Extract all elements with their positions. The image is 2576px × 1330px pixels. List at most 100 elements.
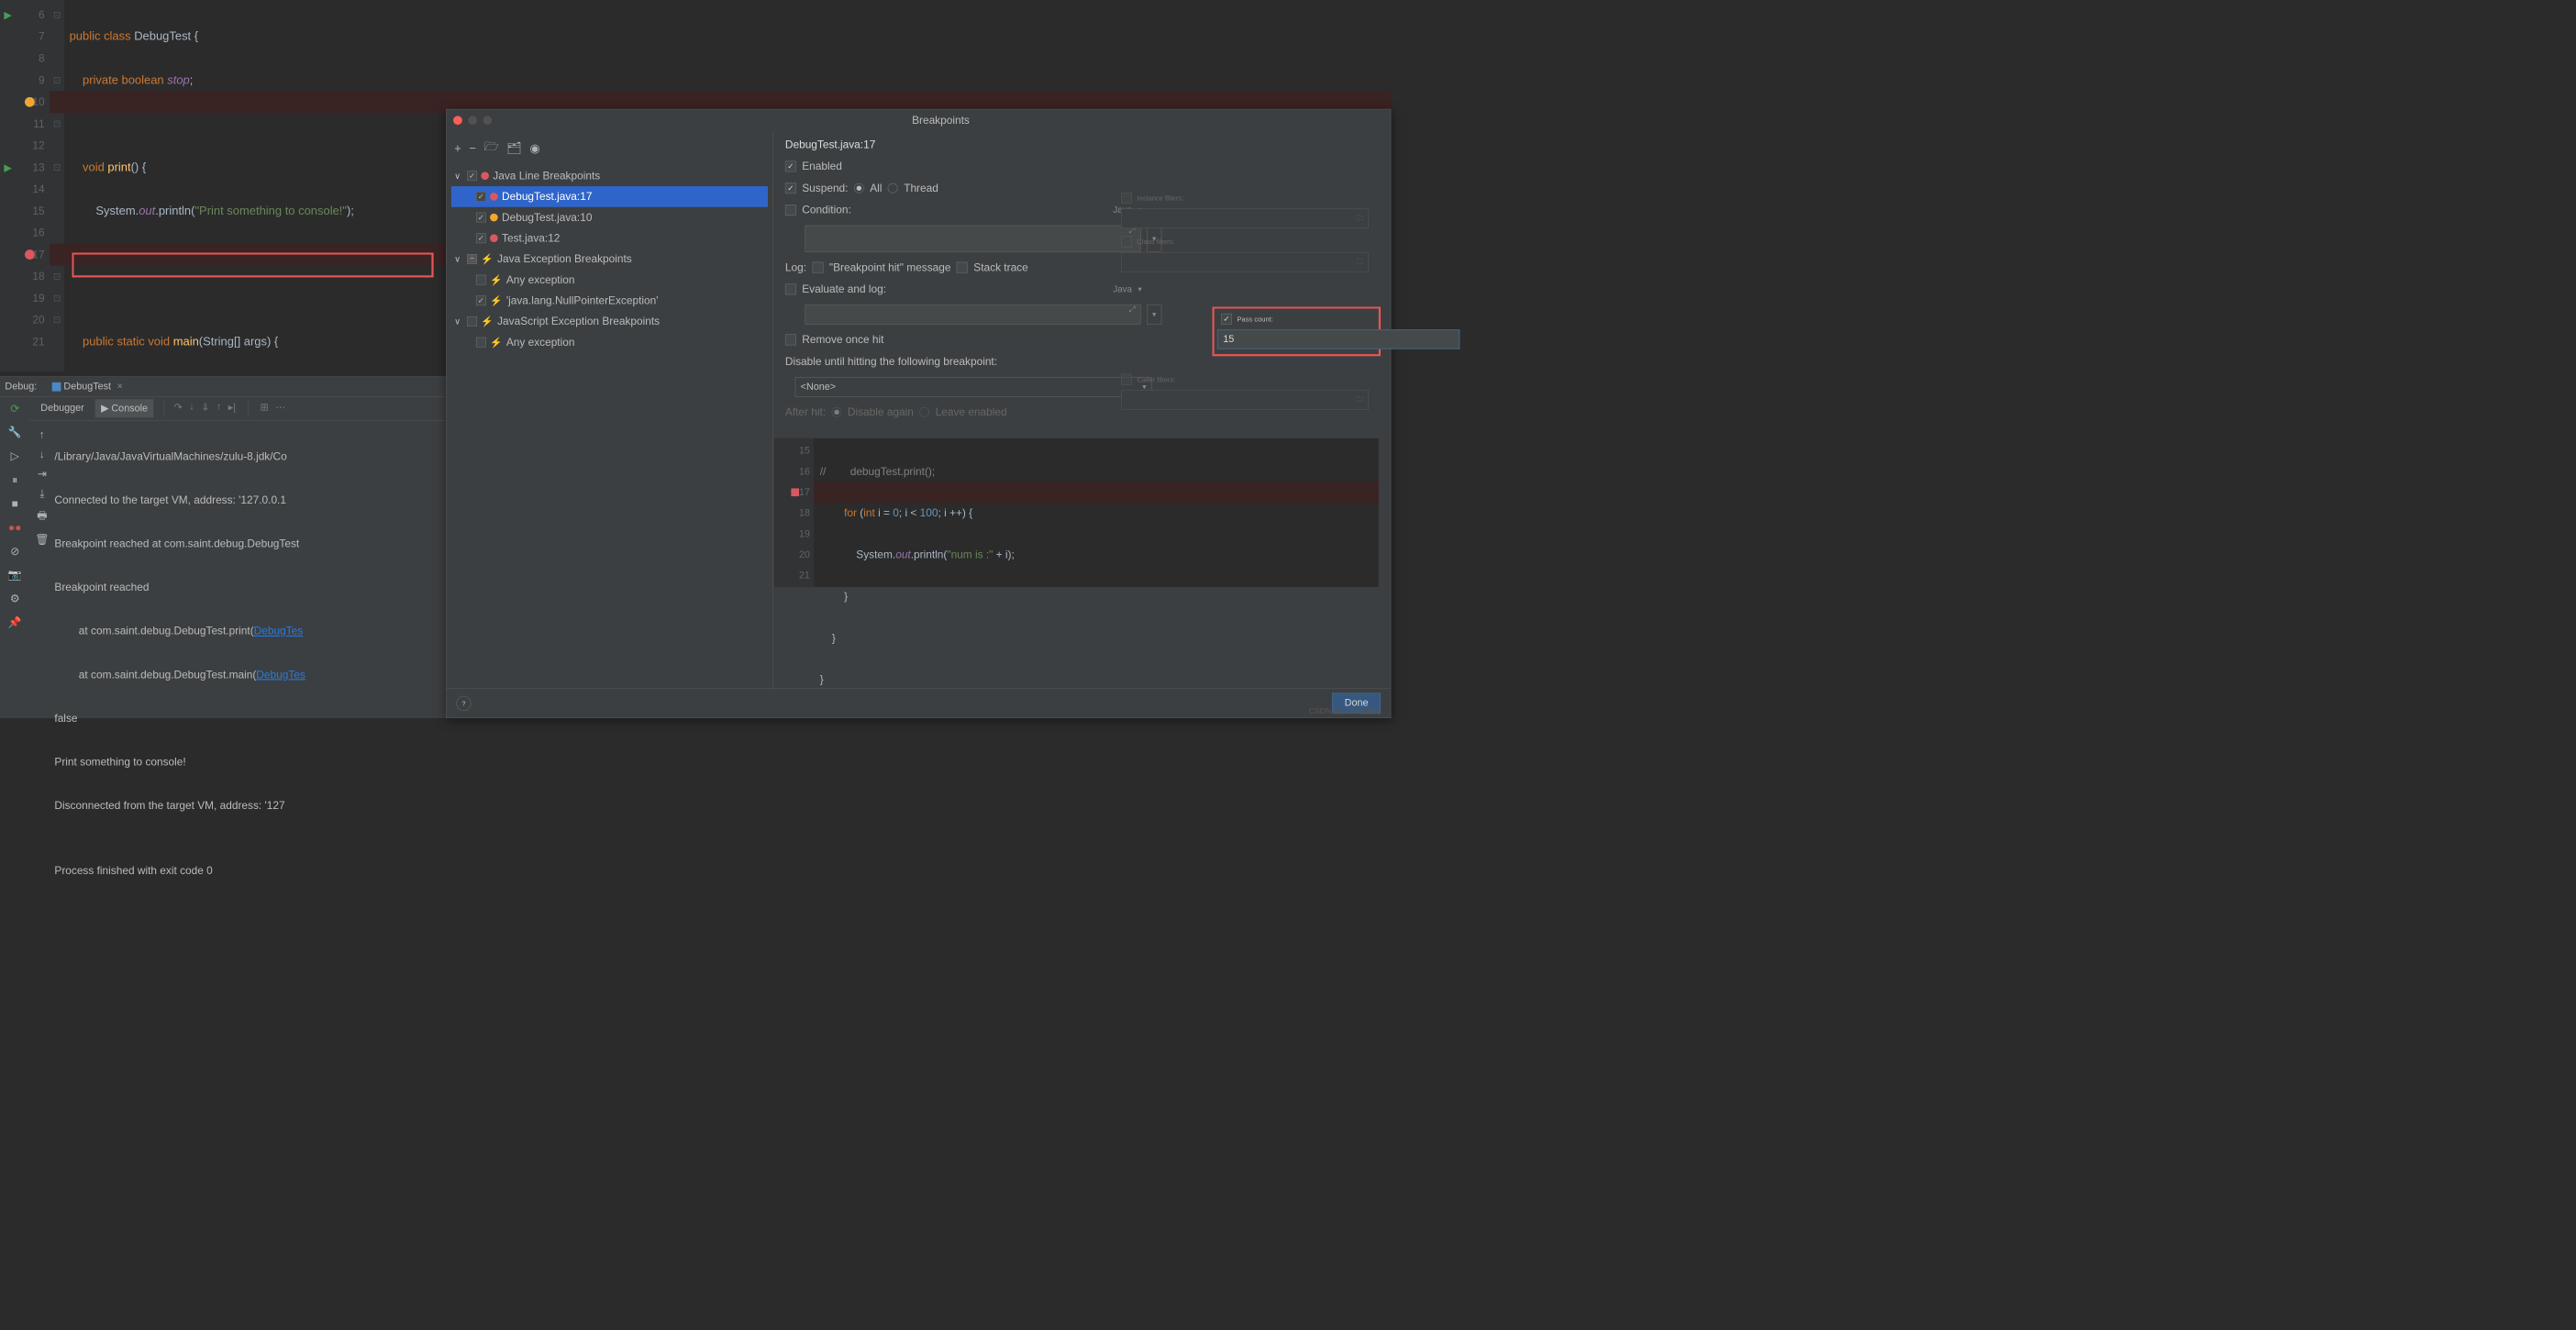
preview-code-content: // debugTest.print(); for (int i = 0; i … xyxy=(814,438,1379,587)
settings-button[interactable]: ⚙ xyxy=(7,592,22,606)
condition-checkbox[interactable] xyxy=(785,205,796,216)
more-icon[interactable]: ⋯ xyxy=(275,401,285,416)
stop-button[interactable]: ■ xyxy=(7,496,22,511)
step-into-icon[interactable]: ↓ xyxy=(189,401,194,416)
chevron-down-icon[interactable]: ∨ xyxy=(454,171,463,181)
group-by-file-icon[interactable]: 🗁 xyxy=(484,139,499,159)
remove-once-checkbox[interactable] xyxy=(785,335,796,346)
expand-icon[interactable]: ⤢ xyxy=(1129,305,1136,315)
console-tab[interactable]: ▶ Console xyxy=(95,399,154,417)
close-window-icon[interactable] xyxy=(453,116,462,125)
down-icon[interactable]: ↓ xyxy=(39,448,45,460)
line-number-gutter[interactable]: ▶6 7 8 9 10 11 12 ▶13 14 15 16 17 18 19 … xyxy=(0,0,50,371)
close-icon[interactable]: × xyxy=(117,381,123,392)
maximize-window-icon[interactable] xyxy=(483,116,493,125)
soft-wrap-icon[interactable]: ⇥ xyxy=(38,468,47,481)
fold-icon[interactable]: − xyxy=(54,273,60,279)
checkbox[interactable] xyxy=(476,275,486,285)
tree-group[interactable]: ∨⚡JavaScript Exception Breakpoints xyxy=(451,311,768,332)
up-icon[interactable]: ↑ xyxy=(39,428,45,441)
run-icon[interactable]: ▶ xyxy=(4,161,11,174)
checkbox[interactable] xyxy=(476,295,486,305)
add-breakpoint-button[interactable]: + xyxy=(454,141,461,155)
stacktrace-link[interactable]: DebugTes xyxy=(256,668,305,681)
group-by-type-icon[interactable]: ◉ xyxy=(529,141,539,156)
stack-trace-checkbox[interactable] xyxy=(957,262,968,273)
print-icon[interactable]: 🖶 xyxy=(37,507,47,526)
breakpoint-icon[interactable] xyxy=(791,488,799,496)
remove-breakpoint-button[interactable]: − xyxy=(469,141,476,155)
evaluate-icon[interactable]: ⊞ xyxy=(260,401,268,416)
condition-input[interactable]: ⤢ xyxy=(805,226,1141,252)
fold-gutter[interactable]: − − − − − − − xyxy=(50,0,64,371)
checkbox[interactable] xyxy=(467,171,477,181)
run-to-cursor-icon[interactable]: ▸| xyxy=(228,401,236,416)
fold-icon[interactable]: − xyxy=(54,295,60,301)
chevron-down-icon[interactable]: ∨ xyxy=(454,254,463,264)
history-dropdown[interactable]: ▾ xyxy=(1147,305,1161,325)
checkbox[interactable]: − xyxy=(467,254,477,264)
modify-run-button[interactable]: 🔧 xyxy=(7,425,22,439)
debugger-tab[interactable]: Debugger xyxy=(35,400,90,417)
checkbox[interactable] xyxy=(476,338,486,348)
tree-item[interactable]: ⚡'java.lang.NullPointerException' xyxy=(451,290,768,311)
help-button[interactable]: ? xyxy=(456,695,471,710)
checkbox[interactable] xyxy=(476,213,486,223)
tree-item[interactable]: ⚡Any exception xyxy=(451,270,768,291)
tree-group[interactable]: ∨−⚡Java Exception Breakpoints xyxy=(451,249,768,270)
chevron-down-icon[interactable]: ▾ xyxy=(1138,284,1141,294)
console-area: Debugger ▶ Console ↷ ↓ ⇓ ↑ ▸| ⊞ ⋯ ↑ ↓ ⇥ … xyxy=(29,396,446,928)
stacktrace-link[interactable]: DebugTes xyxy=(254,625,304,637)
tree-group[interactable]: ∨Java Line Breakpoints xyxy=(451,165,768,186)
console-output[interactable]: /Library/Java/JavaVirtualMachines/zulu-8… xyxy=(54,421,446,928)
clear-icon[interactable]: 🗑 xyxy=(35,533,49,546)
debug-config-tab[interactable]: DebugTest × xyxy=(47,379,128,394)
scroll-end-icon[interactable]: ⤓ xyxy=(39,487,44,500)
tree-item[interactable]: DebugTest.java:17 xyxy=(451,186,768,207)
fold-icon[interactable]: − xyxy=(54,164,60,170)
dialog-titlebar[interactable]: Breakpoints xyxy=(447,109,1391,131)
group-by-class-icon[interactable]: 🗂 xyxy=(506,141,521,156)
fold-icon[interactable]: − xyxy=(54,77,60,83)
step-over-icon[interactable]: ↷ xyxy=(174,401,183,416)
checkbox[interactable] xyxy=(467,316,477,327)
view-breakpoints-button[interactable]: ●● xyxy=(7,520,22,535)
pass-count-checkbox[interactable] xyxy=(1221,314,1232,325)
disable-until-dropdown[interactable]: <None>▾ xyxy=(795,377,1152,397)
fold-icon[interactable]: − xyxy=(54,12,60,17)
checkbox[interactable] xyxy=(476,192,486,202)
camera-button[interactable]: 📷 xyxy=(7,568,22,582)
log-hit-checkbox[interactable] xyxy=(813,262,824,273)
code-preview[interactable]: 15 16 17 18 19 20 21 // debugTest.print(… xyxy=(774,438,1379,587)
mute-breakpoints-button[interactable]: ⊘ xyxy=(7,544,22,559)
pause-button[interactable]: ⏸ xyxy=(7,472,22,487)
language-indicator[interactable]: Java xyxy=(1113,284,1132,294)
suspend-all-radio[interactable] xyxy=(854,183,864,194)
step-out-icon[interactable]: ↑ xyxy=(217,401,221,416)
suspend-checkbox[interactable] xyxy=(785,183,796,194)
pin-button[interactable]: 📌 xyxy=(7,615,22,630)
tree-item[interactable]: ⚡Any exception xyxy=(451,332,768,353)
breakpoint-icon[interactable] xyxy=(25,97,35,107)
chevron-down-icon[interactable]: ∨ xyxy=(454,316,463,327)
checkbox[interactable] xyxy=(476,233,486,243)
line-number: 14 xyxy=(32,183,44,195)
evaluate-input[interactable]: ⤢ xyxy=(805,305,1141,325)
rerun-button[interactable]: ⟳ xyxy=(7,401,22,416)
tree-item[interactable]: Test.java:12 xyxy=(451,227,768,249)
tree-label: DebugTest.java:17 xyxy=(502,190,592,203)
pass-count-input[interactable] xyxy=(1217,329,1460,349)
run-icon[interactable]: ▶ xyxy=(4,8,11,21)
evaluate-checkbox[interactable] xyxy=(785,283,796,294)
minimize-window-icon[interactable] xyxy=(468,116,477,125)
force-step-icon[interactable]: ⇓ xyxy=(201,401,209,416)
fold-icon[interactable]: − xyxy=(54,317,60,323)
fold-icon[interactable]: − xyxy=(54,121,60,127)
enabled-checkbox[interactable] xyxy=(785,161,796,172)
suspend-thread-radio[interactable] xyxy=(888,183,898,194)
resume-button[interactable]: ▷ xyxy=(7,449,22,463)
separator xyxy=(248,401,249,416)
tree-item[interactable]: DebugTest.java:10 xyxy=(451,207,768,228)
disable-again-radio xyxy=(832,407,842,417)
breakpoint-icon[interactable] xyxy=(25,249,35,260)
